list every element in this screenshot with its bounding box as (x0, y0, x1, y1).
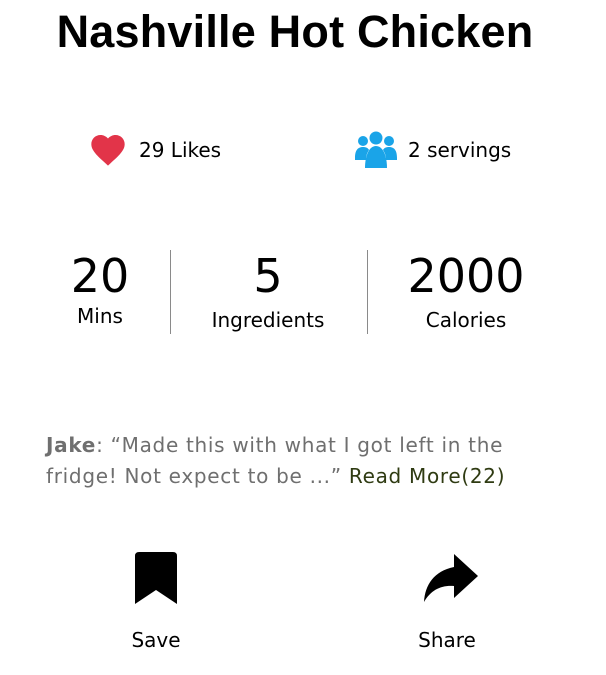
metric-divider (367, 250, 368, 334)
metric-divider (170, 250, 171, 334)
metric-calories-unit: Calories (425, 308, 507, 332)
likes-stat[interactable]: 29 Likes (88, 130, 221, 170)
servings-label: 2 servings (408, 138, 512, 162)
share-button[interactable]: Share (387, 552, 507, 652)
metric-time-unit: Mins (77, 304, 123, 328)
metric-time-value: 20 (70, 249, 130, 303)
share-arrow-icon (424, 554, 478, 602)
likes-label: 29 Likes (139, 138, 222, 162)
metric-time: 20 Mins (10, 248, 190, 328)
top-comment: Jake: “Made this with what I got left in… (46, 430, 566, 492)
metric-ingredients: 5 Ingredients (178, 248, 358, 332)
users-icon (355, 131, 397, 168)
heart-icon (91, 135, 125, 166)
recipe-title: Nashville Hot Chicken (56, 6, 534, 57)
save-label: Save (131, 628, 181, 652)
read-more-link[interactable]: Read More(22) (349, 464, 505, 488)
metric-calories: 2000 Calories (376, 248, 556, 332)
bookmark-icon (135, 552, 177, 604)
metric-ingredients-value: 5 (253, 249, 283, 303)
metric-calories-value: 2000 (407, 249, 525, 303)
metric-ingredients-unit: Ingredients (211, 308, 325, 332)
servings-stat: 2 servings (355, 130, 511, 170)
share-label: Share (418, 628, 476, 652)
comment-author: Jake (46, 433, 97, 457)
save-button[interactable]: Save (96, 552, 216, 652)
